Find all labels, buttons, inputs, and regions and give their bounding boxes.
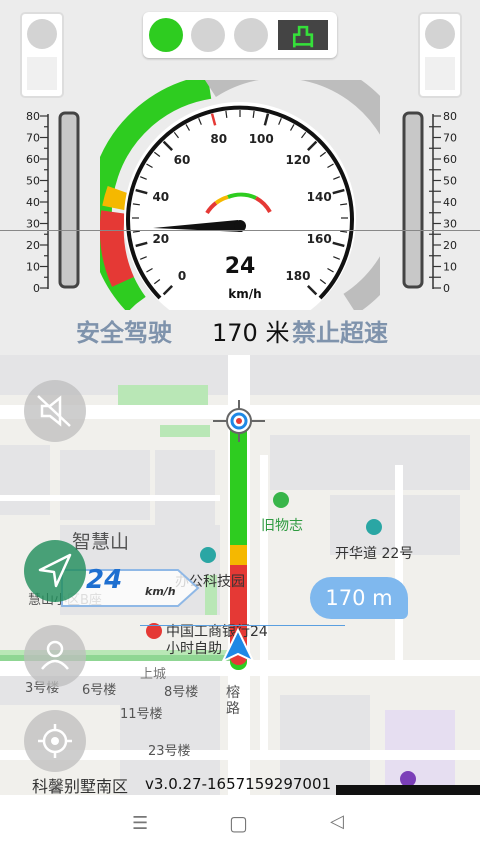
route-yellow xyxy=(230,545,247,565)
speedometer: 0 20 40 60 80 100 120 140 160 180 24 km/h xyxy=(100,80,380,310)
gauge-scale-label: 70 xyxy=(443,132,457,145)
dashboard-panel: 凸 80 70 60 50 40 30 20 10 0 80 70 60 50 40 30 20 10 0 02… xyxy=(0,0,480,355)
label-b8: 8号楼 xyxy=(164,685,199,700)
version-text: v3.0.27-1657159297001 xyxy=(145,775,332,793)
gauge-scale-label: 60 xyxy=(443,153,457,166)
status-right: 禁止超速 xyxy=(292,319,388,347)
museum-pin-icon xyxy=(273,492,289,508)
home-icon[interactable]: ▢ xyxy=(229,811,248,835)
gauge-scale-label: 20 xyxy=(26,239,40,252)
label-kexin: 科馨别墅南区 xyxy=(32,777,129,795)
map-speed-unit: km/h xyxy=(145,585,176,598)
gauge-scale-label: 40 xyxy=(26,196,40,209)
building-pin-icon xyxy=(366,519,382,535)
dial-label: 180 xyxy=(285,269,310,283)
gauge-scale-label: 80 xyxy=(26,110,40,123)
dial-label: 0 xyxy=(178,269,186,283)
label-road: 榕路 xyxy=(226,685,240,717)
locate-icon xyxy=(38,724,72,758)
left-vertical-gauge: 80 70 60 50 40 30 20 10 0 xyxy=(26,110,80,295)
user-icon xyxy=(41,640,69,670)
label-bank-2: 小时自助 xyxy=(166,641,222,657)
gauge-scale-label: 80 xyxy=(443,110,457,123)
dial-label: 80 xyxy=(210,132,227,146)
label-shang: 上城 xyxy=(140,667,167,682)
crosshair-icon xyxy=(213,400,265,442)
label-b11: 11号楼 xyxy=(120,707,163,722)
gauge-scale-label: 50 xyxy=(26,175,40,188)
dial-label: 60 xyxy=(174,153,191,167)
gauge-scale-label: 10 xyxy=(443,261,457,274)
gauge-scale-label: 30 xyxy=(443,218,457,231)
left-indicator-box xyxy=(20,12,64,98)
navigation-arrow-icon xyxy=(220,628,256,664)
gauge-scale-label: 70 xyxy=(26,132,40,145)
dial-label: 160 xyxy=(307,232,332,246)
dial-label: 140 xyxy=(307,190,332,204)
menu-icon[interactable]: ☰ xyxy=(132,813,148,834)
left-indicator-square xyxy=(27,57,57,90)
yellow-light-off xyxy=(191,18,225,52)
dial-label: 20 xyxy=(152,232,169,246)
profile-button[interactable] xyxy=(24,625,86,687)
right-indicator-square xyxy=(425,57,455,90)
send-arrow-icon xyxy=(38,553,72,588)
gauge-scale-label: 20 xyxy=(443,239,457,252)
speed-unit: km/h xyxy=(228,287,261,301)
dial-label: 40 xyxy=(152,190,169,204)
gauge-scale-label: 40 xyxy=(443,196,457,209)
traffic-light-bar: 凸 xyxy=(143,12,337,58)
gauge-scale-label: 10 xyxy=(26,261,40,274)
map-speed-value: 24 xyxy=(86,565,123,595)
gauge-scale-label: 30 xyxy=(26,218,40,231)
gauge-scale-label: 0 xyxy=(443,282,450,295)
right-vertical-gauge: 80 70 60 50 40 30 20 10 0 xyxy=(402,110,457,295)
mute-button[interactable] xyxy=(24,380,86,442)
locate-button[interactable] xyxy=(24,710,86,772)
gear-display: 凸 xyxy=(276,18,330,52)
label-jiuwuzhi: 旧物志 xyxy=(261,518,303,534)
right-indicator-light xyxy=(425,19,455,49)
system-nav-bar: ☰ ▢ ◁ xyxy=(0,795,480,853)
right-indicator-box xyxy=(418,12,462,98)
map-view[interactable]: 智慧山 慧山小区B座 旧物志 开华道 22号 办公科技园 中国工商银行24 小时… xyxy=(0,355,480,795)
status-left: 安全驾驶 xyxy=(76,319,172,347)
office-pin-icon xyxy=(200,547,216,563)
back-icon[interactable]: ◁ xyxy=(330,811,344,832)
red-light-off xyxy=(234,18,268,52)
distance-bubble: 170 m xyxy=(310,577,408,619)
green-light xyxy=(149,18,183,52)
label-b6: 6号楼 xyxy=(82,683,117,698)
horizon-line xyxy=(0,230,480,231)
mute-icon xyxy=(37,395,71,427)
guide-line xyxy=(140,625,345,626)
distance-bubble-text: 170 m xyxy=(325,586,393,610)
label-b23: 23号楼 xyxy=(148,744,191,759)
gauge-scale-label: 60 xyxy=(26,153,40,166)
speed-readout: 24 xyxy=(225,254,256,279)
status-distance: 170 米 xyxy=(212,319,290,347)
gauge-scale-label: 0 xyxy=(33,282,40,295)
navigate-button[interactable] xyxy=(24,540,86,602)
dial-label: 100 xyxy=(249,132,274,146)
left-indicator-light xyxy=(27,19,57,49)
dial-label: 120 xyxy=(285,153,310,167)
label-kaihua: 开华道 22号 xyxy=(335,546,414,562)
gauge-scale-label: 50 xyxy=(443,175,457,188)
